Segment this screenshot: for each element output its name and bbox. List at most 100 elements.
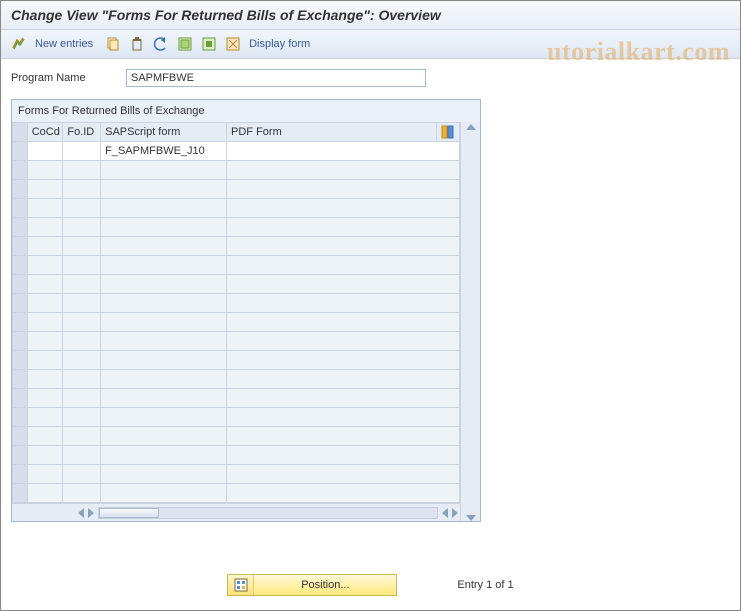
header-cocd[interactable]: CoCd bbox=[27, 123, 63, 142]
cell-pdf[interactable] bbox=[227, 294, 460, 313]
cell-cocd[interactable] bbox=[27, 332, 63, 351]
select-block-icon[interactable] bbox=[199, 34, 219, 54]
cell-cocd[interactable] bbox=[27, 465, 63, 484]
cell-cocd[interactable] bbox=[27, 351, 63, 370]
table-row[interactable] bbox=[13, 218, 460, 237]
cell-pdf[interactable] bbox=[227, 275, 460, 294]
table-row[interactable] bbox=[13, 294, 460, 313]
table-row[interactable] bbox=[13, 161, 460, 180]
cell-sapscript[interactable] bbox=[101, 313, 227, 332]
row-selector[interactable] bbox=[13, 389, 28, 408]
new-entries-button[interactable]: New entries bbox=[33, 38, 99, 50]
cell-pdf[interactable] bbox=[227, 370, 460, 389]
cell-cocd[interactable] bbox=[27, 484, 63, 503]
row-selector[interactable] bbox=[13, 275, 28, 294]
cell-cocd[interactable] bbox=[27, 370, 63, 389]
header-pdf[interactable]: PDF Form bbox=[227, 123, 437, 142]
table-row[interactable] bbox=[13, 370, 460, 389]
cell-foid[interactable] bbox=[63, 256, 101, 275]
table-row[interactable] bbox=[13, 237, 460, 256]
cell-sapscript[interactable] bbox=[101, 199, 227, 218]
cell-sapscript[interactable] bbox=[101, 161, 227, 180]
cell-cocd[interactable] bbox=[27, 446, 63, 465]
scroll-right-icon[interactable] bbox=[88, 508, 94, 518]
cell-foid[interactable] bbox=[63, 218, 101, 237]
display-form-button[interactable]: Display form bbox=[247, 38, 316, 50]
cell-foid[interactable] bbox=[63, 446, 101, 465]
position-button[interactable]: Position... bbox=[227, 574, 397, 596]
cell-sapscript[interactable] bbox=[101, 256, 227, 275]
cell-cocd[interactable] bbox=[27, 389, 63, 408]
cell-pdf[interactable] bbox=[227, 237, 460, 256]
table-row[interactable] bbox=[13, 351, 460, 370]
scroll-thumb[interactable] bbox=[99, 508, 159, 518]
cell-sapscript[interactable] bbox=[101, 275, 227, 294]
row-selector[interactable] bbox=[13, 427, 28, 446]
scroll-right-end-icon[interactable] bbox=[452, 508, 458, 518]
cell-sapscript[interactable] bbox=[101, 218, 227, 237]
horizontal-scrollbar[interactable] bbox=[12, 503, 460, 521]
header-select[interactable] bbox=[13, 123, 28, 142]
cell-cocd[interactable] bbox=[27, 256, 63, 275]
cell-pdf[interactable] bbox=[227, 389, 460, 408]
cell-sapscript[interactable] bbox=[101, 237, 227, 256]
cell-sapscript[interactable] bbox=[101, 332, 227, 351]
scroll-left-end-icon[interactable] bbox=[442, 508, 448, 518]
cell-foid[interactable] bbox=[63, 294, 101, 313]
cell-foid[interactable] bbox=[63, 237, 101, 256]
cell-sapscript[interactable] bbox=[101, 465, 227, 484]
cell-foid[interactable] bbox=[63, 275, 101, 294]
cell-sapscript[interactable] bbox=[101, 370, 227, 389]
toggle-icon[interactable] bbox=[9, 34, 29, 54]
cell-cocd[interactable] bbox=[27, 161, 63, 180]
cell-sapscript[interactable] bbox=[101, 427, 227, 446]
cell-foid[interactable] bbox=[63, 351, 101, 370]
cell-foid[interactable] bbox=[63, 389, 101, 408]
cell-cocd[interactable] bbox=[27, 408, 63, 427]
cell-pdf[interactable] bbox=[227, 446, 460, 465]
cell-sapscript[interactable] bbox=[101, 294, 227, 313]
cell-pdf[interactable] bbox=[227, 218, 460, 237]
table-row[interactable] bbox=[13, 180, 460, 199]
undo-icon[interactable] bbox=[151, 34, 171, 54]
copy-icon[interactable] bbox=[103, 34, 123, 54]
row-selector[interactable] bbox=[13, 465, 28, 484]
row-selector[interactable] bbox=[13, 351, 28, 370]
deselect-all-icon[interactable] bbox=[223, 34, 243, 54]
cell-pdf[interactable] bbox=[227, 142, 460, 161]
cell-cocd[interactable] bbox=[27, 180, 63, 199]
header-foid[interactable]: Fo.ID bbox=[63, 123, 101, 142]
cell-foid[interactable] bbox=[63, 313, 101, 332]
cell-foid[interactable] bbox=[63, 484, 101, 503]
header-sapscript[interactable]: SAPScript form bbox=[101, 123, 227, 142]
cell-foid[interactable] bbox=[63, 332, 101, 351]
cell-pdf[interactable] bbox=[227, 313, 460, 332]
cell-pdf[interactable] bbox=[227, 351, 460, 370]
cell-sapscript[interactable] bbox=[101, 180, 227, 199]
table-row[interactable] bbox=[13, 332, 460, 351]
scroll-track[interactable] bbox=[98, 507, 438, 519]
row-selector[interactable] bbox=[13, 180, 28, 199]
cell-sapscript[interactable] bbox=[101, 351, 227, 370]
cell-foid[interactable] bbox=[63, 180, 101, 199]
scroll-up-icon[interactable] bbox=[466, 124, 476, 130]
table-row[interactable] bbox=[13, 484, 460, 503]
cell-cocd[interactable] bbox=[27, 313, 63, 332]
scroll-down-icon[interactable] bbox=[466, 515, 476, 521]
row-selector[interactable] bbox=[13, 332, 28, 351]
cell-cocd[interactable] bbox=[27, 199, 63, 218]
table-row[interactable] bbox=[13, 199, 460, 218]
delete-icon[interactable] bbox=[127, 34, 147, 54]
row-selector[interactable] bbox=[13, 256, 28, 275]
cell-sapscript[interactable] bbox=[101, 389, 227, 408]
row-selector[interactable] bbox=[13, 237, 28, 256]
cell-pdf[interactable] bbox=[227, 332, 460, 351]
table-row[interactable] bbox=[13, 313, 460, 332]
cell-cocd[interactable] bbox=[27, 294, 63, 313]
table-row[interactable] bbox=[13, 446, 460, 465]
cell-sapscript[interactable]: F_SAPMFBWE_J10 bbox=[101, 142, 227, 161]
cell-pdf[interactable] bbox=[227, 180, 460, 199]
row-selector[interactable] bbox=[13, 408, 28, 427]
cell-cocd[interactable] bbox=[27, 237, 63, 256]
row-selector[interactable] bbox=[13, 199, 28, 218]
